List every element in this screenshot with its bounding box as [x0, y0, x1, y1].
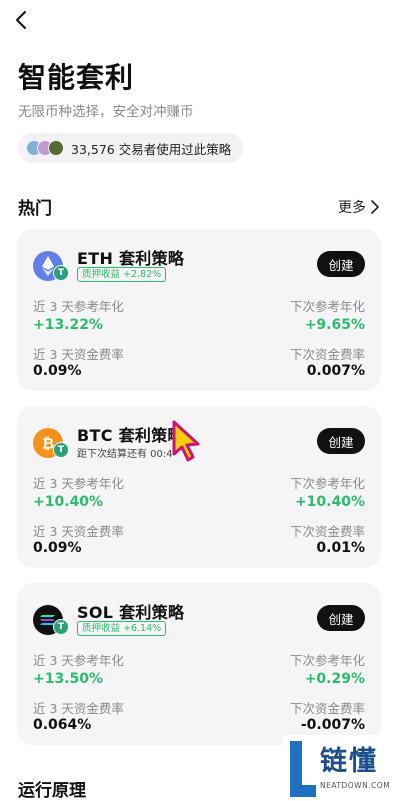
settlement-countdown: 距下次结算还有 00:4	[77, 449, 173, 460]
more-label: 更多	[338, 199, 366, 216]
avatar	[48, 140, 64, 156]
value-next-annualized: +0.29%	[304, 671, 365, 687]
watermark-text: 链懂	[320, 746, 378, 777]
strategy-name: BTC 套利策略	[77, 426, 184, 445]
more-link[interactable]: 更多	[338, 197, 380, 217]
value-3d-funding-rate: 0.064%	[33, 717, 92, 733]
chevron-left-icon	[16, 11, 26, 29]
label-3d-annualized: 近 3 天参考年化	[33, 299, 124, 314]
value-next-annualized: +10.40%	[294, 494, 365, 510]
create-button[interactable]: 创建	[317, 605, 365, 631]
strategy-card-eth[interactable]: T ETH 套利策略 质押收益 +2.82% 创建 近 3 天参考年化 +13.…	[17, 229, 381, 391]
hot-section-header: 热门 更多	[18, 194, 380, 219]
label-next-annualized: 下次参考年化	[289, 653, 365, 668]
strategy-card-sol[interactable]: T SOL 套利策略 质押收益 +6.14% 创建 近 3 天参考年化 +13.…	[17, 583, 381, 745]
label-next-funding-rate: 下次资金费率	[289, 701, 365, 716]
staking-yield-tag: 质押收益 +6.14%	[77, 621, 167, 636]
users-count-pill: 33,576 交易者使用过此策略	[18, 133, 244, 163]
value-next-funding-rate: 0.007%	[306, 363, 365, 379]
label-next-funding-rate: 下次资金费率	[289, 524, 365, 539]
tether-icon: T	[53, 619, 69, 635]
avatar-group	[26, 140, 64, 156]
chevron-right-icon	[371, 199, 379, 214]
value-next-annualized: +9.65%	[304, 317, 365, 333]
label-next-funding-rate: 下次资金费率	[289, 347, 365, 362]
value-3d-funding-rate: 0.09%	[33, 540, 82, 556]
label-3d-funding-rate: 近 3 天资金费率	[33, 701, 124, 716]
watermark-sub: NEATDOWN.COM	[320, 781, 391, 790]
label-3d-funding-rate: 近 3 天资金费率	[33, 347, 124, 362]
value-3d-annualized: +10.40%	[33, 494, 104, 510]
label-3d-funding-rate: 近 3 天资金费率	[33, 524, 124, 539]
strategy-name: ETH 套利策略	[77, 249, 185, 268]
how-it-works-title: 运行原理	[18, 781, 86, 801]
value-3d-annualized: +13.50%	[33, 671, 104, 687]
label-next-annualized: 下次参考年化	[289, 299, 365, 314]
page-subtitle: 无限币种选择，安全对冲赚币	[18, 104, 194, 120]
users-count-text: 33,576 交易者使用过此策略	[71, 141, 232, 157]
value-next-funding-rate: 0.01%	[316, 540, 365, 556]
label-3d-annualized: 近 3 天参考年化	[33, 476, 124, 491]
label-next-annualized: 下次参考年化	[289, 476, 365, 491]
section-title: 热门	[18, 199, 52, 219]
create-button[interactable]: 创建	[317, 251, 365, 277]
page-title: 智能套利	[18, 61, 135, 94]
tether-icon: T	[53, 442, 69, 458]
value-3d-annualized: +13.22%	[33, 317, 104, 333]
staking-yield-tag: 质押收益 +2.82%	[77, 267, 167, 282]
value-next-funding-rate: -0.007%	[300, 717, 365, 733]
pointer-cursor-icon	[172, 420, 200, 462]
tether-icon: T	[53, 265, 69, 281]
watermark-logo: 链懂 NEATDOWN.COM	[282, 735, 402, 801]
strategy-name: SOL 套利策略	[77, 603, 185, 622]
back-button[interactable]	[10, 8, 34, 32]
value-3d-funding-rate: 0.09%	[33, 363, 82, 379]
create-button[interactable]: 创建	[317, 428, 365, 454]
watermark-mark	[290, 785, 316, 797]
label-3d-annualized: 近 3 天参考年化	[33, 653, 124, 668]
